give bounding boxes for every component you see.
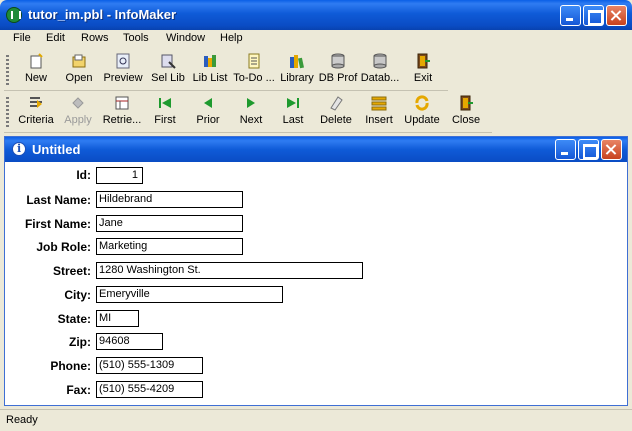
insert-button[interactable]: Insert bbox=[360, 95, 398, 131]
minimize-icon bbox=[561, 6, 580, 25]
zip-label: Zip: bbox=[69, 335, 91, 349]
retrieve-button[interactable]: Retrie... bbox=[100, 95, 144, 131]
database-button[interactable]: Datab... bbox=[360, 53, 400, 89]
criteria-icon bbox=[28, 95, 44, 111]
maximize-icon bbox=[584, 6, 603, 25]
job-role-field[interactable]: Marketing bbox=[96, 238, 243, 255]
apply-button[interactable]: Apply bbox=[60, 95, 96, 131]
retrieve-icon bbox=[114, 95, 130, 111]
job-role-label: Job Role: bbox=[36, 240, 91, 254]
last-button[interactable]: Last bbox=[276, 95, 310, 131]
open-icon bbox=[71, 53, 87, 69]
zip-field[interactable]: 94608 bbox=[96, 333, 163, 350]
sel-lib-button[interactable]: Sel Lib bbox=[148, 53, 188, 89]
close-icon bbox=[602, 140, 621, 159]
street-label: Street: bbox=[52, 264, 91, 278]
delete-button[interactable]: Delete bbox=[316, 95, 356, 131]
first-name-field[interactable]: Jane bbox=[96, 215, 243, 232]
state-label: State: bbox=[57, 312, 91, 326]
close-button[interactable] bbox=[606, 5, 627, 26]
street-field[interactable]: 1280 Washington St. bbox=[96, 262, 363, 279]
preview-icon bbox=[115, 53, 131, 69]
close-door-icon bbox=[458, 95, 474, 111]
database-profile-icon bbox=[330, 53, 346, 69]
update-icon bbox=[414, 95, 430, 111]
preview-toolbar: Criteria Apply Retrie... First Prior Nex… bbox=[4, 93, 492, 133]
child-close-button[interactable] bbox=[601, 139, 622, 160]
minimize-button[interactable] bbox=[560, 5, 581, 26]
todo-list-icon bbox=[246, 53, 262, 69]
database-icon bbox=[372, 53, 388, 69]
child-minimize-button[interactable] bbox=[555, 139, 576, 160]
library-button[interactable]: Library bbox=[277, 53, 317, 89]
last-name-label: Last Name: bbox=[26, 193, 91, 207]
new-icon bbox=[28, 53, 44, 69]
menu-tools[interactable]: Tools bbox=[123, 32, 149, 44]
menu-help[interactable]: Help bbox=[220, 32, 243, 44]
painter-toolbar: New Open Preview Sel Lib Lib List To-Do … bbox=[4, 51, 448, 91]
close-icon bbox=[607, 6, 626, 25]
city-field[interactable]: Emeryville bbox=[96, 286, 283, 303]
prior-button[interactable]: Prior bbox=[190, 95, 226, 131]
phone-field[interactable]: (510) 555-1309 bbox=[96, 357, 203, 374]
todo-button[interactable]: To-Do ... bbox=[232, 53, 276, 89]
fax-field[interactable]: (510) 555-4209 bbox=[96, 381, 203, 398]
maximize-button[interactable] bbox=[583, 5, 604, 26]
update-button[interactable]: Update bbox=[402, 95, 442, 131]
id-label: Id: bbox=[76, 168, 91, 182]
status-bar: Ready bbox=[0, 409, 632, 431]
record-window-title-bar[interactable]: Untitled bbox=[5, 137, 627, 162]
first-name-label: First Name: bbox=[24, 217, 91, 231]
window-title: tutor_im.pbl - InfoMaker bbox=[28, 7, 177, 22]
record-window: Untitled Id: 1 Last Name: Hildebrand Fir… bbox=[4, 136, 628, 406]
menu-window[interactable]: Window bbox=[166, 32, 205, 44]
toolbar-grip[interactable] bbox=[6, 97, 9, 129]
exit-button[interactable]: Exit bbox=[406, 53, 440, 89]
prior-record-icon bbox=[200, 95, 216, 111]
library-icon bbox=[289, 53, 305, 69]
state-field[interactable]: MI bbox=[96, 310, 139, 327]
last-name-field[interactable]: Hildebrand bbox=[96, 191, 243, 208]
lib-list-button[interactable]: Lib List bbox=[190, 53, 230, 89]
minimize-icon bbox=[556, 140, 575, 159]
library-list-icon bbox=[202, 53, 218, 69]
first-button[interactable]: First bbox=[146, 95, 184, 131]
new-button[interactable]: New bbox=[16, 53, 56, 89]
infomaker-app-icon[interactable] bbox=[6, 7, 22, 23]
close-window-button[interactable]: Close bbox=[448, 95, 484, 131]
next-record-icon bbox=[243, 95, 259, 111]
menu-bar: File Edit Rows Tools Window Help bbox=[0, 30, 632, 49]
last-record-icon bbox=[285, 95, 301, 111]
criteria-button[interactable]: Criteria bbox=[14, 95, 58, 131]
next-button[interactable]: Next bbox=[232, 95, 270, 131]
child-maximize-button[interactable] bbox=[578, 139, 599, 160]
apply-icon bbox=[70, 95, 86, 111]
city-label: City: bbox=[64, 288, 91, 302]
db-profile-button[interactable]: DB Prof bbox=[318, 53, 358, 89]
app-title-bar[interactable]: tutor_im.pbl - InfoMaker bbox=[0, 0, 632, 30]
record-window-title: Untitled bbox=[32, 142, 81, 157]
status-text: Ready bbox=[6, 414, 38, 426]
toolbar-grip[interactable] bbox=[6, 55, 9, 87]
preview-button[interactable]: Preview bbox=[102, 53, 144, 89]
insert-icon bbox=[371, 95, 387, 111]
open-button[interactable]: Open bbox=[58, 53, 100, 89]
menu-edit[interactable]: Edit bbox=[46, 32, 65, 44]
exit-icon bbox=[415, 53, 431, 69]
id-field[interactable]: 1 bbox=[96, 167, 143, 184]
select-library-icon bbox=[160, 53, 176, 69]
info-icon[interactable] bbox=[12, 142, 26, 156]
maximize-icon bbox=[579, 140, 598, 159]
first-record-icon bbox=[157, 95, 173, 111]
menu-rows[interactable]: Rows bbox=[81, 32, 109, 44]
phone-label: Phone: bbox=[50, 359, 91, 373]
delete-icon bbox=[328, 95, 344, 111]
menu-file[interactable]: File bbox=[13, 32, 31, 44]
fax-label: Fax: bbox=[66, 383, 91, 397]
